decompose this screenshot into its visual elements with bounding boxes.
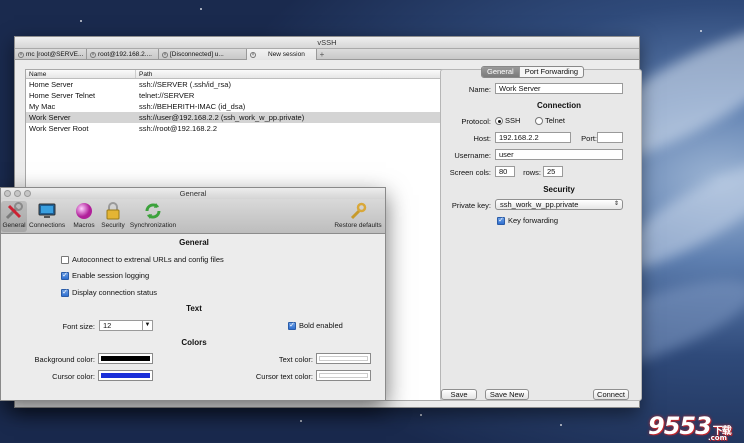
updown-arrows-icon: ⇕ bbox=[613, 201, 619, 207]
table-row[interactable]: Work Server Root ssh://root@192.168.2.2 bbox=[26, 123, 448, 134]
name-field[interactable]: Work Server bbox=[495, 83, 623, 94]
dialog-title: General bbox=[1, 188, 385, 199]
session-list-header: Name Path bbox=[26, 70, 448, 79]
key-forwarding-checkbox[interactable]: ✓ Key forwarding bbox=[497, 216, 558, 226]
port-label: Port: bbox=[581, 134, 597, 143]
connection-header: Connection bbox=[537, 101, 581, 110]
close-tab-icon[interactable]: × bbox=[18, 51, 24, 58]
text-color-label: Text color: bbox=[278, 355, 313, 364]
zoom-window-button[interactable] bbox=[24, 190, 31, 197]
preferences-general-pane: General Autoconnect to extrenal URLs and… bbox=[1, 234, 385, 400]
table-row-selected[interactable]: Work Server ssh://user@192.168.2.2 (ssh_w… bbox=[26, 112, 448, 123]
background-color-label: Background color: bbox=[34, 355, 95, 364]
table-row[interactable]: Home Server Telnet telnet://SERVER bbox=[26, 90, 448, 101]
session-tab-strip: × mc [root@SERVE... × root@192.168.2.... ×… bbox=[15, 49, 639, 60]
restore-defaults-button[interactable]: Restore defaults bbox=[331, 201, 385, 229]
toolbar-synchronization[interactable]: Synchronization bbox=[127, 201, 179, 229]
protocol-label: Protocol: bbox=[461, 117, 491, 126]
close-window-button[interactable] bbox=[4, 190, 11, 197]
username-label: Username: bbox=[454, 151, 491, 160]
minimize-window-button[interactable] bbox=[14, 190, 21, 197]
wrench-icon bbox=[348, 201, 368, 221]
preferences-toolbar: General Connections Macros Security Sync… bbox=[1, 199, 385, 234]
column-header-name[interactable]: Name bbox=[26, 70, 136, 78]
session-tab-1[interactable]: × mc [root@SERVE... bbox=[15, 49, 87, 60]
autoconnect-checkbox[interactable]: Autoconnect to extrenal URLs and config … bbox=[61, 255, 224, 265]
security-header: Security bbox=[543, 185, 575, 194]
screen-cols-label: Screen cols: bbox=[449, 168, 491, 177]
rows-field[interactable]: 25 bbox=[543, 166, 563, 177]
session-tab-2[interactable]: × root@192.168.2.... bbox=[87, 49, 159, 60]
close-tab-icon[interactable]: × bbox=[162, 51, 168, 58]
tab-general[interactable]: General bbox=[482, 67, 520, 77]
lock-icon bbox=[103, 201, 123, 221]
toolbar-general[interactable]: General bbox=[1, 201, 27, 232]
save-new-button[interactable]: Save New bbox=[485, 389, 529, 400]
private-key-label: Private key: bbox=[451, 201, 491, 210]
macro-ball-icon bbox=[74, 201, 94, 221]
cols-field[interactable]: 80 bbox=[495, 166, 515, 177]
host-label: Host: bbox=[473, 134, 491, 143]
session-logging-checkbox[interactable]: ✓ Enable session logging bbox=[61, 271, 149, 281]
protocol-telnet-radio[interactable]: Telnet bbox=[535, 116, 565, 126]
name-label: Name: bbox=[468, 85, 491, 94]
window-title: vSSH bbox=[15, 37, 639, 49]
tab-port-forwarding[interactable]: Port Forwarding bbox=[520, 67, 583, 77]
bold-enabled-checkbox[interactable]: ✓ Bold enabled bbox=[288, 321, 343, 331]
host-field[interactable]: 192.168.2.2 bbox=[495, 132, 571, 143]
add-tab-button[interactable]: + bbox=[317, 49, 327, 60]
rows-label: rows: bbox=[523, 168, 541, 177]
session-tab-new[interactable]: × New session bbox=[247, 49, 317, 60]
cursor-text-color-well[interactable] bbox=[316, 370, 371, 381]
close-tab-icon[interactable]: × bbox=[250, 51, 256, 58]
table-row[interactable]: My Mac ssh://BEHERITH-IMAC (id_dsa) bbox=[26, 101, 448, 112]
general-section-header: General bbox=[179, 238, 209, 247]
cursor-color-well[interactable] bbox=[98, 370, 153, 381]
port-field[interactable] bbox=[597, 132, 623, 143]
column-header-path[interactable]: Path bbox=[136, 70, 448, 78]
window-controls bbox=[4, 190, 31, 197]
toolbar-connections[interactable]: Connections bbox=[29, 201, 65, 229]
cursor-text-color-label: Cursor text color: bbox=[255, 372, 313, 381]
toolbar-security[interactable]: Security bbox=[95, 201, 131, 229]
username-field[interactable]: user bbox=[495, 149, 623, 160]
save-button[interactable]: Save bbox=[441, 389, 477, 400]
protocol-ssh-radio[interactable]: SSH bbox=[495, 116, 520, 126]
session-settings-panel: General Port Forwarding Name: Work Serve… bbox=[440, 66, 642, 401]
connect-button[interactable]: Connect bbox=[593, 389, 629, 400]
site-watermark: 9553 下载 .com bbox=[648, 412, 732, 442]
background-color-well[interactable] bbox=[98, 353, 153, 364]
private-key-select[interactable]: ssh_work_w_pp.private ⇕ bbox=[495, 199, 623, 210]
colors-section-header: Colors bbox=[181, 338, 207, 347]
settings-tabs: General Port Forwarding bbox=[481, 66, 585, 78]
font-size-label: Font size: bbox=[62, 322, 95, 331]
chevron-down-icon[interactable]: ▼ bbox=[142, 321, 152, 330]
monitor-icon bbox=[37, 201, 57, 221]
preferences-dialog: General General Connections Macros Secur… bbox=[0, 187, 386, 401]
cursor-color-label: Cursor color: bbox=[52, 372, 95, 381]
display-status-checkbox[interactable]: ✓ Display connection status bbox=[61, 288, 157, 298]
font-size-combobox[interactable]: 12 ▼ bbox=[99, 320, 153, 331]
text-section-header: Text bbox=[186, 304, 202, 313]
close-tab-icon[interactable]: × bbox=[90, 51, 96, 58]
tools-icon bbox=[4, 201, 24, 221]
session-tab-3[interactable]: × [Disconnected] u... bbox=[159, 49, 247, 60]
text-color-well[interactable] bbox=[316, 353, 371, 364]
sync-icon bbox=[143, 201, 163, 221]
table-row[interactable]: Home Server ssh://SERVER (.ssh/id_rsa) bbox=[26, 79, 448, 90]
